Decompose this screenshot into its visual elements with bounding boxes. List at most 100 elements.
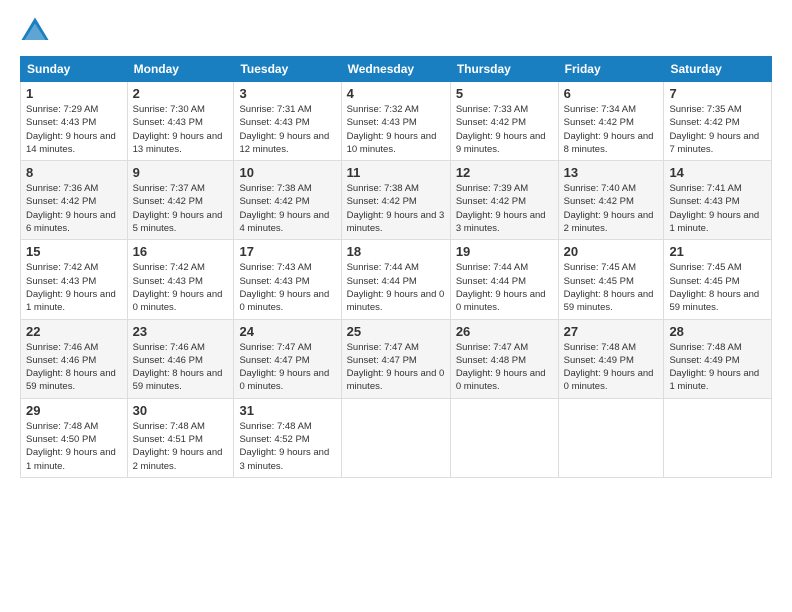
- day-info: Sunrise: 7:48 AM Sunset: 4:49 PM Dayligh…: [564, 341, 659, 394]
- calendar-cell: 23 Sunrise: 7:46 AM Sunset: 4:46 PM Dayli…: [127, 319, 234, 398]
- day-number: 2: [133, 86, 229, 101]
- day-number: 8: [26, 165, 122, 180]
- calendar-cell: 20 Sunrise: 7:45 AM Sunset: 4:45 PM Dayli…: [558, 240, 664, 319]
- day-info: Sunrise: 7:47 AM Sunset: 4:47 PM Dayligh…: [347, 341, 445, 394]
- calendar: SundayMondayTuesdayWednesdayThursdayFrid…: [20, 56, 772, 478]
- day-number: 10: [239, 165, 335, 180]
- calendar-cell: 10 Sunrise: 7:38 AM Sunset: 4:42 PM Dayli…: [234, 161, 341, 240]
- day-info: Sunrise: 7:36 AM Sunset: 4:42 PM Dayligh…: [26, 182, 122, 235]
- calendar-cell: 19 Sunrise: 7:44 AM Sunset: 4:44 PM Dayli…: [450, 240, 558, 319]
- weekday-header-friday: Friday: [558, 57, 664, 82]
- day-number: 9: [133, 165, 229, 180]
- calendar-cell: 18 Sunrise: 7:44 AM Sunset: 4:44 PM Dayli…: [341, 240, 450, 319]
- calendar-cell: 31 Sunrise: 7:48 AM Sunset: 4:52 PM Dayli…: [234, 398, 341, 477]
- day-number: 11: [347, 165, 445, 180]
- calendar-cell: 5Sunrise: 7:33 AM Sunset: 4:42 PM Daylig…: [450, 82, 558, 161]
- calendar-cell: 22 Sunrise: 7:46 AM Sunset: 4:46 PM Dayli…: [21, 319, 128, 398]
- weekday-header-sunday: Sunday: [21, 57, 128, 82]
- day-number: 17: [239, 244, 335, 259]
- weekday-header-wednesday: Wednesday: [341, 57, 450, 82]
- calendar-cell: 2 Sunrise: 7:30 AM Sunset: 4:43 PM Daylig…: [127, 82, 234, 161]
- day-info: Sunrise: 7:41 AM Sunset: 4:43 PM Dayligh…: [669, 182, 766, 235]
- day-number: 16: [133, 244, 229, 259]
- day-number: 7: [669, 86, 766, 101]
- calendar-cell: 12 Sunrise: 7:39 AM Sunset: 4:42 PM Dayli…: [450, 161, 558, 240]
- day-info: Sunrise: 7:35 AM Sunset: 4:42 PM Dayligh…: [669, 103, 766, 156]
- calendar-week-4: 22 Sunrise: 7:46 AM Sunset: 4:46 PM Dayli…: [21, 319, 772, 398]
- day-number: 12: [456, 165, 553, 180]
- day-number: 22: [26, 324, 122, 339]
- weekday-header-tuesday: Tuesday: [234, 57, 341, 82]
- day-number: 4: [347, 86, 445, 101]
- calendar-cell: 15Sunrise: 7:42 AM Sunset: 4:43 PM Dayli…: [21, 240, 128, 319]
- calendar-week-2: 8 Sunrise: 7:36 AM Sunset: 4:42 PM Daylig…: [21, 161, 772, 240]
- day-info: Sunrise: 7:42 AM Sunset: 4:43 PM Dayligh…: [133, 261, 229, 314]
- day-info: Sunrise: 7:32 AM Sunset: 4:43 PM Dayligh…: [347, 103, 445, 156]
- calendar-cell: 27 Sunrise: 7:48 AM Sunset: 4:49 PM Dayli…: [558, 319, 664, 398]
- day-number: 13: [564, 165, 659, 180]
- day-info: Sunrise: 7:30 AM Sunset: 4:43 PM Dayligh…: [133, 103, 229, 156]
- day-info: Sunrise: 7:45 AM Sunset: 4:45 PM Dayligh…: [564, 261, 659, 314]
- day-number: 27: [564, 324, 659, 339]
- day-number: 21: [669, 244, 766, 259]
- calendar-cell: 17 Sunrise: 7:43 AM Sunset: 4:43 PM Dayli…: [234, 240, 341, 319]
- calendar-cell: 29Sunrise: 7:48 AM Sunset: 4:50 PM Dayli…: [21, 398, 128, 477]
- day-info: Sunrise: 7:44 AM Sunset: 4:44 PM Dayligh…: [347, 261, 445, 314]
- calendar-cell: [341, 398, 450, 477]
- day-info: Sunrise: 7:34 AM Sunset: 4:42 PM Dayligh…: [564, 103, 659, 156]
- day-info: Sunrise: 7:48 AM Sunset: 4:49 PM Dayligh…: [669, 341, 766, 394]
- day-number: 5: [456, 86, 553, 101]
- page: SundayMondayTuesdayWednesdayThursdayFrid…: [0, 0, 792, 612]
- day-number: 23: [133, 324, 229, 339]
- day-info: Sunrise: 7:46 AM Sunset: 4:46 PM Dayligh…: [133, 341, 229, 394]
- day-info: Sunrise: 7:29 AM Sunset: 4:43 PM Dayligh…: [26, 103, 122, 156]
- day-number: 1: [26, 86, 122, 101]
- day-info: Sunrise: 7:47 AM Sunset: 4:48 PM Dayligh…: [456, 341, 553, 394]
- calendar-cell: 8 Sunrise: 7:36 AM Sunset: 4:42 PM Daylig…: [21, 161, 128, 240]
- calendar-cell: 1 Sunrise: 7:29 AM Sunset: 4:43 PM Daylig…: [21, 82, 128, 161]
- calendar-cell: 14Sunrise: 7:41 AM Sunset: 4:43 PM Dayli…: [664, 161, 772, 240]
- day-info: Sunrise: 7:37 AM Sunset: 4:42 PM Dayligh…: [133, 182, 229, 235]
- day-number: 18: [347, 244, 445, 259]
- calendar-cell: [664, 398, 772, 477]
- day-number: 20: [564, 244, 659, 259]
- calendar-week-5: 29Sunrise: 7:48 AM Sunset: 4:50 PM Dayli…: [21, 398, 772, 477]
- day-number: 24: [239, 324, 335, 339]
- calendar-cell: 25 Sunrise: 7:47 AM Sunset: 4:47 PM Dayli…: [341, 319, 450, 398]
- calendar-cell: 3Sunrise: 7:31 AM Sunset: 4:43 PM Daylig…: [234, 82, 341, 161]
- day-number: 26: [456, 324, 553, 339]
- calendar-header-row: SundayMondayTuesdayWednesdayThursdayFrid…: [21, 57, 772, 82]
- day-info: Sunrise: 7:43 AM Sunset: 4:43 PM Dayligh…: [239, 261, 335, 314]
- day-info: Sunrise: 7:46 AM Sunset: 4:46 PM Dayligh…: [26, 341, 122, 394]
- calendar-week-3: 15Sunrise: 7:42 AM Sunset: 4:43 PM Dayli…: [21, 240, 772, 319]
- day-info: Sunrise: 7:38 AM Sunset: 4:42 PM Dayligh…: [239, 182, 335, 235]
- day-info: Sunrise: 7:38 AM Sunset: 4:42 PM Dayligh…: [347, 182, 445, 235]
- calendar-week-1: 1 Sunrise: 7:29 AM Sunset: 4:43 PM Daylig…: [21, 82, 772, 161]
- calendar-cell: 30Sunrise: 7:48 AM Sunset: 4:51 PM Dayli…: [127, 398, 234, 477]
- calendar-cell: 21Sunrise: 7:45 AM Sunset: 4:45 PM Dayli…: [664, 240, 772, 319]
- weekday-header-thursday: Thursday: [450, 57, 558, 82]
- calendar-cell: 13Sunrise: 7:40 AM Sunset: 4:42 PM Dayli…: [558, 161, 664, 240]
- day-info: Sunrise: 7:47 AM Sunset: 4:47 PM Dayligh…: [239, 341, 335, 394]
- calendar-cell: 4 Sunrise: 7:32 AM Sunset: 4:43 PM Daylig…: [341, 82, 450, 161]
- day-info: Sunrise: 7:39 AM Sunset: 4:42 PM Dayligh…: [456, 182, 553, 235]
- day-info: Sunrise: 7:42 AM Sunset: 4:43 PM Dayligh…: [26, 261, 122, 314]
- day-number: 29: [26, 403, 122, 418]
- header: [20, 16, 772, 46]
- weekday-header-monday: Monday: [127, 57, 234, 82]
- day-info: Sunrise: 7:48 AM Sunset: 4:52 PM Dayligh…: [239, 420, 335, 473]
- calendar-cell: 11 Sunrise: 7:38 AM Sunset: 4:42 PM Dayli…: [341, 161, 450, 240]
- calendar-cell: [450, 398, 558, 477]
- calendar-cell: 16 Sunrise: 7:42 AM Sunset: 4:43 PM Dayli…: [127, 240, 234, 319]
- logo-icon: [20, 16, 50, 46]
- day-number: 19: [456, 244, 553, 259]
- day-number: 25: [347, 324, 445, 339]
- day-number: 31: [239, 403, 335, 418]
- day-info: Sunrise: 7:31 AM Sunset: 4:43 PM Dayligh…: [239, 103, 335, 156]
- calendar-cell: 9 Sunrise: 7:37 AM Sunset: 4:42 PM Daylig…: [127, 161, 234, 240]
- day-number: 6: [564, 86, 659, 101]
- weekday-header-saturday: Saturday: [664, 57, 772, 82]
- day-info: Sunrise: 7:44 AM Sunset: 4:44 PM Dayligh…: [456, 261, 553, 314]
- calendar-cell: 26 Sunrise: 7:47 AM Sunset: 4:48 PM Dayli…: [450, 319, 558, 398]
- calendar-cell: 6 Sunrise: 7:34 AM Sunset: 4:42 PM Daylig…: [558, 82, 664, 161]
